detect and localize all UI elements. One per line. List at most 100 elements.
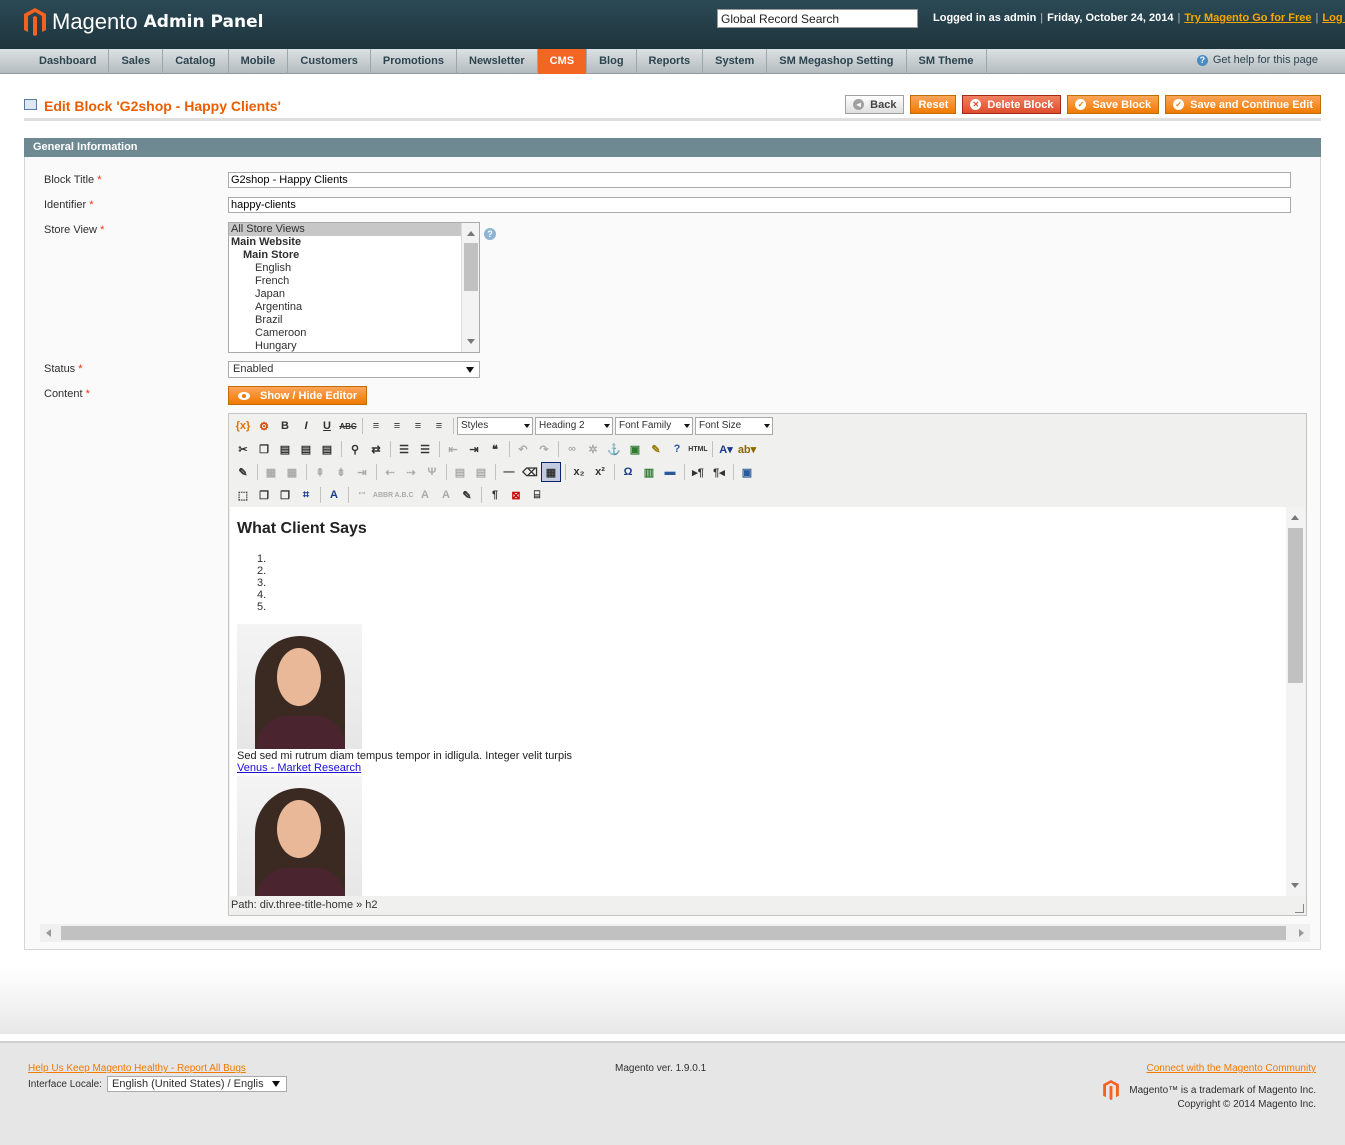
delete-block-button[interactable]: ✕ Delete Block: [962, 95, 1062, 114]
scroll-right-icon[interactable]: [1299, 929, 1304, 937]
editor-scrollbar[interactable]: [1286, 507, 1305, 896]
strikethrough-icon[interactable]: ABC: [338, 416, 358, 436]
horizontal-scrollbar[interactable]: [40, 924, 1310, 942]
client-author-link[interactable]: Venus - Market Research: [237, 762, 361, 774]
logout-link[interactable]: Log Out: [1322, 12, 1345, 24]
report-bugs-link[interactable]: Help Us Keep Magento Healthy - Report Al…: [28, 1063, 246, 1074]
table-icon[interactable]: ▦: [541, 462, 561, 482]
move-forward-icon[interactable]: ❐: [254, 485, 274, 505]
rtl-icon[interactable]: ¶◂: [709, 462, 729, 482]
abbr-icon[interactable]: ABBR: [373, 485, 393, 505]
store-option[interactable]: English: [229, 262, 479, 275]
anchor-icon[interactable]: ⚓: [604, 439, 624, 459]
media-icon[interactable]: ▥: [639, 462, 659, 482]
cleanup-icon[interactable]: ✎: [646, 439, 666, 459]
subscript-icon[interactable]: x₂: [569, 462, 589, 482]
col-after-icon[interactable]: ⇢: [401, 462, 421, 482]
magento-logo[interactable]: Magento Admin Panel: [24, 8, 263, 36]
align-left-icon[interactable]: ≡: [366, 416, 386, 436]
insert-widget-icon[interactable]: ⚙: [254, 416, 274, 436]
nav-item-sales[interactable]: Sales: [109, 49, 164, 74]
delete-row-icon[interactable]: ⇥: [352, 462, 372, 482]
show-hide-editor-button[interactable]: Show / Hide Editor: [228, 386, 368, 405]
nonbreaking-icon[interactable]: ⊠: [506, 485, 526, 505]
store-view-help-icon[interactable]: ?: [484, 228, 496, 240]
special-char-icon[interactable]: Ω: [618, 462, 638, 482]
list-item[interactable]: [257, 601, 266, 613]
merge-cells-icon[interactable]: ▤: [471, 462, 491, 482]
store-view-scrollbar[interactable]: [461, 223, 479, 352]
store-option[interactable]: Main Store: [229, 249, 479, 262]
image-icon[interactable]: ▣: [625, 439, 645, 459]
store-option[interactable]: All Store Views: [229, 223, 479, 236]
horizontal-rule-icon[interactable]: —: [499, 462, 519, 482]
align-center-icon[interactable]: ≡: [387, 416, 407, 436]
del-icon[interactable]: A: [415, 485, 435, 505]
client-photo[interactable]: [237, 624, 362, 749]
help-editor-icon[interactable]: ?: [667, 439, 687, 459]
content-heading[interactable]: What Client Says: [237, 520, 367, 538]
paste-icon[interactable]: ▤: [275, 439, 295, 459]
list-item[interactable]: [257, 565, 266, 577]
background-color-icon[interactable]: ab▾: [737, 439, 757, 459]
html-source-icon[interactable]: HTML: [688, 439, 708, 459]
attribs-icon[interactable]: ✎: [457, 485, 477, 505]
remove-format-icon[interactable]: ⌫: [520, 462, 540, 482]
reset-button[interactable]: Reset: [910, 95, 957, 114]
row-before-icon[interactable]: ⇞: [310, 462, 330, 482]
store-option[interactable]: Brazil: [229, 314, 479, 327]
list-item[interactable]: [257, 589, 266, 601]
styles-dropdown[interactable]: Styles: [457, 417, 533, 435]
scroll-down-icon[interactable]: [1291, 883, 1299, 888]
format-dropdown[interactable]: Heading 2: [535, 417, 613, 435]
paste-word-icon[interactable]: ▤: [317, 439, 337, 459]
editor-content-area[interactable]: What Client Says Sed sed mi rutrum diam …: [230, 507, 1305, 896]
copy-icon[interactable]: ❐: [254, 439, 274, 459]
block-title-input[interactable]: [228, 172, 1291, 188]
align-justify-icon[interactable]: ≡: [429, 416, 449, 436]
numbered-list-icon[interactable]: ☰: [415, 439, 435, 459]
delete-col-icon[interactable]: Ψ: [422, 462, 442, 482]
fullscreen-icon[interactable]: ▣: [737, 462, 757, 482]
status-select[interactable]: Enabled: [228, 361, 480, 378]
pagebreak-icon[interactable]: ⌸: [527, 485, 547, 505]
row-after-icon[interactable]: ⇟: [331, 462, 351, 482]
nav-item-newsletter[interactable]: Newsletter: [457, 49, 538, 74]
list-item[interactable]: [257, 577, 266, 589]
scroll-up-icon[interactable]: [467, 231, 475, 236]
scroll-down-icon[interactable]: [467, 339, 475, 344]
ltr-icon[interactable]: ▸¶: [688, 462, 708, 482]
interface-locale-select[interactable]: English (United States) / Englis: [107, 1076, 287, 1092]
community-link[interactable]: Connect with the Magento Community: [1146, 1063, 1316, 1074]
indent-icon[interactable]: ⇥: [464, 439, 484, 459]
replace-icon[interactable]: ⇄: [366, 439, 386, 459]
store-option[interactable]: Japan: [229, 288, 479, 301]
scrollbar-thumb[interactable]: [1288, 528, 1303, 683]
nav-item-sm-megashop-setting[interactable]: SM Megashop Setting: [767, 49, 907, 74]
nav-item-mobile[interactable]: Mobile: [229, 49, 289, 74]
unlink-icon[interactable]: ✲: [583, 439, 603, 459]
scroll-up-icon[interactable]: [1291, 515, 1299, 520]
nav-item-blog[interactable]: Blog: [587, 49, 637, 74]
save-block-button[interactable]: ✓ Save Block: [1067, 95, 1160, 114]
font-family-dropdown[interactable]: Font Family: [615, 417, 693, 435]
nav-item-catalog[interactable]: Catalog: [163, 49, 229, 74]
font-size-dropdown[interactable]: Font Size: [695, 417, 773, 435]
col-before-icon[interactable]: ⇠: [380, 462, 400, 482]
text-color-icon[interactable]: A▾: [716, 439, 736, 459]
italic-icon[interactable]: I: [296, 416, 316, 436]
blockquote-icon[interactable]: ❝: [485, 439, 505, 459]
help-link[interactable]: ? Get help for this page: [1196, 54, 1318, 66]
store-option[interactable]: Cameroon: [229, 327, 479, 340]
paste-text-icon[interactable]: ▤: [296, 439, 316, 459]
client-photo[interactable]: [237, 776, 362, 896]
split-cells-icon[interactable]: ▤: [450, 462, 470, 482]
scrollbar-thumb[interactable]: [464, 243, 478, 291]
cite-icon[interactable]: “”: [352, 485, 372, 505]
store-option[interactable]: Main Website: [229, 236, 479, 249]
list-item[interactable]: [257, 553, 266, 565]
nav-item-promotions[interactable]: Promotions: [371, 49, 457, 74]
nav-item-reports[interactable]: Reports: [637, 49, 704, 74]
store-option[interactable]: Hungary: [229, 340, 479, 352]
edit-icon[interactable]: ✎: [233, 462, 253, 482]
